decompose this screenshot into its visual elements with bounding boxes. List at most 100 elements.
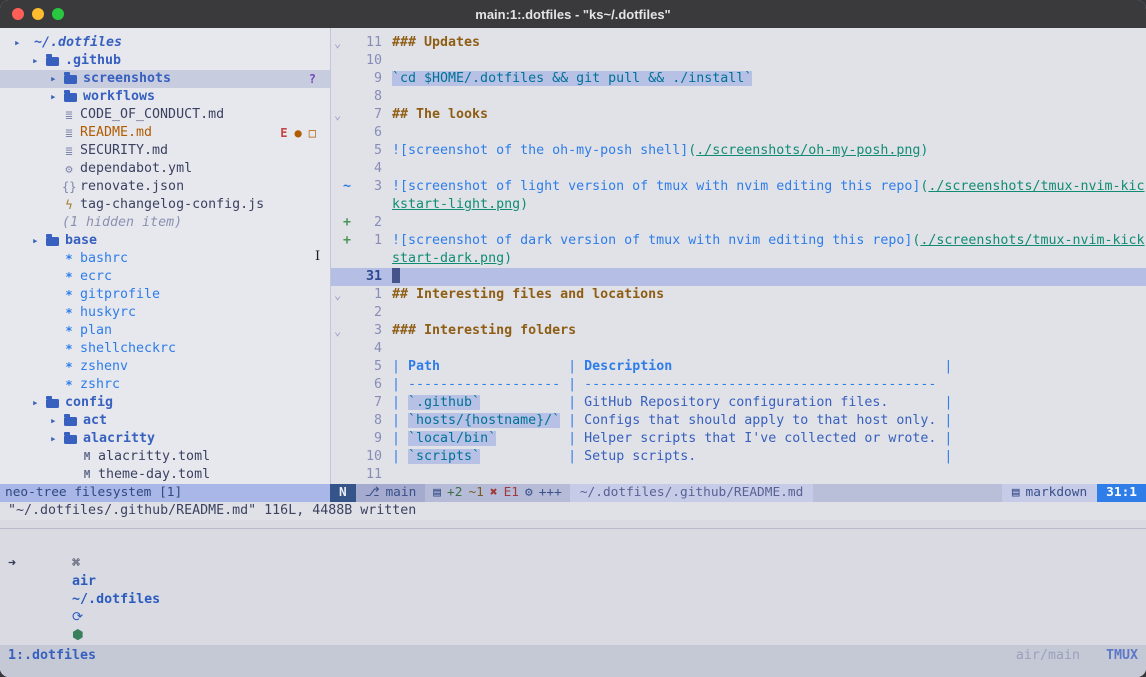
tree-item[interactable]: ▸workflows [0,88,330,106]
fold-column [331,124,343,142]
chevron-icon: ▸ [32,232,46,250]
plugin-icon: ⚙ [525,484,533,502]
fold-column [331,412,343,430]
tree-item-label: huskyrc [80,304,136,322]
tree-item[interactable]: Mtheme-day.toml [0,466,330,484]
tree-item-label: tag-changelog-config.js [80,196,264,214]
tree-item[interactable]: *zshrc [0,376,330,394]
tmux-window-name[interactable]: 1:.dotfiles [8,647,96,665]
fold-icon: ⌄ [331,322,343,340]
tree-item[interactable]: *plan [0,322,330,340]
star-file-icon: * [62,286,76,304]
md-file-icon: ≣ [62,106,76,124]
fold-column [331,358,343,376]
tree-item[interactable]: *ecrc [0,268,330,286]
error-badge: E [280,124,287,142]
tree-item-label: SECURITY.md [80,142,168,160]
tree-item[interactable]: ≣CODE_OF_CONDUCT.md [0,106,330,124]
chevron-icon: ▸ [50,88,64,106]
tree-item[interactable]: *shellcheckrc [0,340,330,358]
editor-line[interactable]: ~3![screenshot of light version of tmux … [331,178,1146,196]
prompt-arrow[interactable]: ➜ [8,555,16,573]
editor-line[interactable]: 10| `scripts` | Setup scripts. | [331,448,1146,466]
tree-item-label: alacritty [83,430,155,448]
editor-line[interactable]: +1![screenshot of dark version of tmux w… [331,232,1146,250]
line-number: 11 [352,466,382,484]
diff-changed: ~1 [468,484,483,502]
tree-item[interactable]: ▸base [0,232,330,250]
tree-item[interactable]: ▸ .github [0,52,330,70]
tree-item[interactable]: ▸~/.dotfiles [0,34,330,52]
neotree-panel: ▸~/.dotfiles▸.github▸screenshots?▸workfl… [0,28,330,484]
editor-line[interactable]: ⌄ 1## Interesting files and locations [331,286,1146,304]
tree-item[interactable]: *huskyrc [0,304,330,322]
tree-item[interactable]: ▸act [0,412,330,430]
chevron-icon: ▸ [14,34,28,52]
editor-line[interactable]: 9| `local/bin` | Helper scripts that I'v… [331,430,1146,448]
tree-item[interactable]: ≣SECURITY.md [0,142,330,160]
folder-icon [46,237,59,246]
editor-line[interactable]: 6 [331,124,1146,142]
editor-line[interactable]: kstart-light.png) [331,196,1146,214]
editor-line[interactable]: 5![screenshot of the oh-my-posh shell](.… [331,142,1146,160]
diff-diagnostics-segment: ▤ +2 ~1 ✖ E1 ⚙ +++ [425,484,570,502]
fold-column [331,196,343,214]
minimize-button[interactable] [32,8,44,20]
md-file-icon: ≣ [62,142,76,160]
sign-column [343,124,352,142]
editor-line[interactable]: 9`cd $HOME/.dotfiles && git pull && ./in… [331,70,1146,88]
tree-item[interactable]: *gitprofile [0,286,330,304]
tree-item-label: dependabot.yml [80,160,192,178]
tree-item-label: act [83,412,107,430]
editor-line[interactable]: ⌄ 11### Updates [331,34,1146,52]
line-text [382,160,1146,178]
tree-item[interactable]: {}renovate.json [0,178,330,196]
line-text: | `local/bin` | Helper scripts that I've… [382,430,1146,448]
editor-line[interactable]: ⌄ 3### Interesting folders [331,322,1146,340]
zoom-button[interactable] [52,8,64,20]
tree-item[interactable]: ▸config [0,394,330,412]
close-button[interactable] [12,8,24,20]
prompt-cwd: ~/.dotfiles [72,592,160,607]
editor-line[interactable]: 8| `hosts/{hostname}/` | Configs that sh… [331,412,1146,430]
sign-column [343,430,352,448]
tree-item[interactable]: *bashrc [0,250,330,268]
editor-line[interactable]: 31 [331,268,1146,286]
editor-line[interactable]: 8 [331,88,1146,106]
editor-line[interactable]: 11 [331,466,1146,484]
line-number: 3 [352,178,382,196]
tree-item-label: zshrc [80,376,120,394]
tree-item[interactable]: Malacritty.toml [0,448,330,466]
editor-line[interactable]: 4 [331,340,1146,358]
tree-item-label: gitprofile [80,286,160,304]
git-status-badges: ? [309,70,316,88]
editor-line[interactable]: ⌄ 7## The looks [331,106,1146,124]
editor-line[interactable]: +2 [331,214,1146,232]
editor-line[interactable]: 6| ------------------- | ---------------… [331,376,1146,394]
editor-line[interactable]: 10 [331,52,1146,70]
fold-column [331,142,343,160]
line-number [352,196,382,214]
tmux-session-name: air/main [1016,647,1080,665]
traffic-lights [12,0,64,28]
star-file-icon: * [62,376,76,394]
editor-line[interactable]: start-dark.png) [331,250,1146,268]
line-text: | Path | Description | [382,358,1146,376]
tree-item[interactable]: ▸alacritty [0,430,330,448]
mode-indicator: N [330,484,356,502]
editor-line[interactable]: 7| `.github` | GitHub Repository configu… [331,394,1146,412]
fold-column [331,160,343,178]
tree-item[interactable]: *zshenv [0,358,330,376]
editor-line[interactable]: 5| Path | Description | [331,358,1146,376]
tree-item[interactable]: ≣README.mdE●□ [0,124,330,142]
tree-item[interactable]: (1 hidden item) [0,214,330,232]
line-number: 9 [352,70,382,88]
editor-line[interactable]: 2 [331,304,1146,322]
tree-item[interactable]: ⚙dependabot.yml [0,160,330,178]
fold-column [331,250,343,268]
tree-item[interactable]: ϟtag-changelog-config.js [0,196,330,214]
editor-line[interactable]: 4 [331,160,1146,178]
tree-item-label: .github [65,52,121,70]
chevron-icon: ▸ [32,52,46,70]
tree-item[interactable]: ▸screenshots? [0,70,330,88]
